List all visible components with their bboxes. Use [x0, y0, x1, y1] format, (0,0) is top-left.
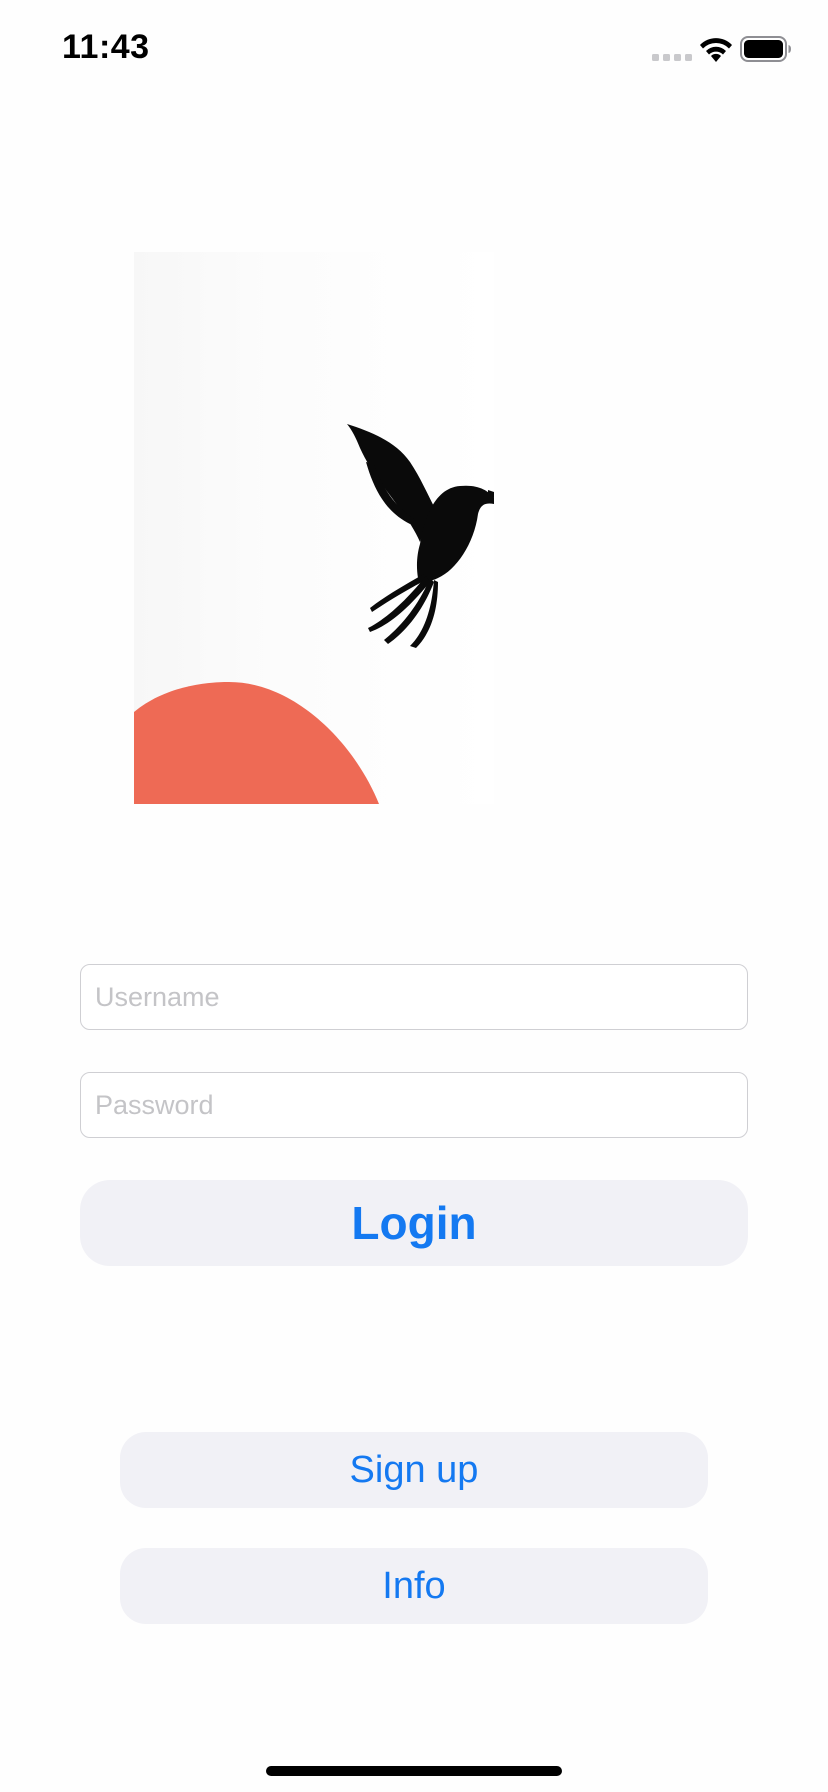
- hero-illustration: [134, 252, 494, 804]
- info-button[interactable]: Info: [120, 1548, 708, 1624]
- battery-full-icon: [740, 36, 791, 62]
- login-button[interactable]: Login: [80, 1180, 748, 1266]
- sun-shape: [134, 682, 379, 804]
- status-time: 11:43: [62, 28, 150, 66]
- wifi-icon: [700, 38, 732, 62]
- bird-icon: [347, 424, 494, 648]
- username-input[interactable]: [80, 964, 748, 1030]
- status-bar: 11:43: [0, 0, 828, 100]
- cellular-signal-icon: [652, 54, 692, 61]
- sign-up-button[interactable]: Sign up: [120, 1432, 708, 1508]
- password-input[interactable]: [80, 1072, 748, 1138]
- home-indicator[interactable]: [266, 1766, 562, 1776]
